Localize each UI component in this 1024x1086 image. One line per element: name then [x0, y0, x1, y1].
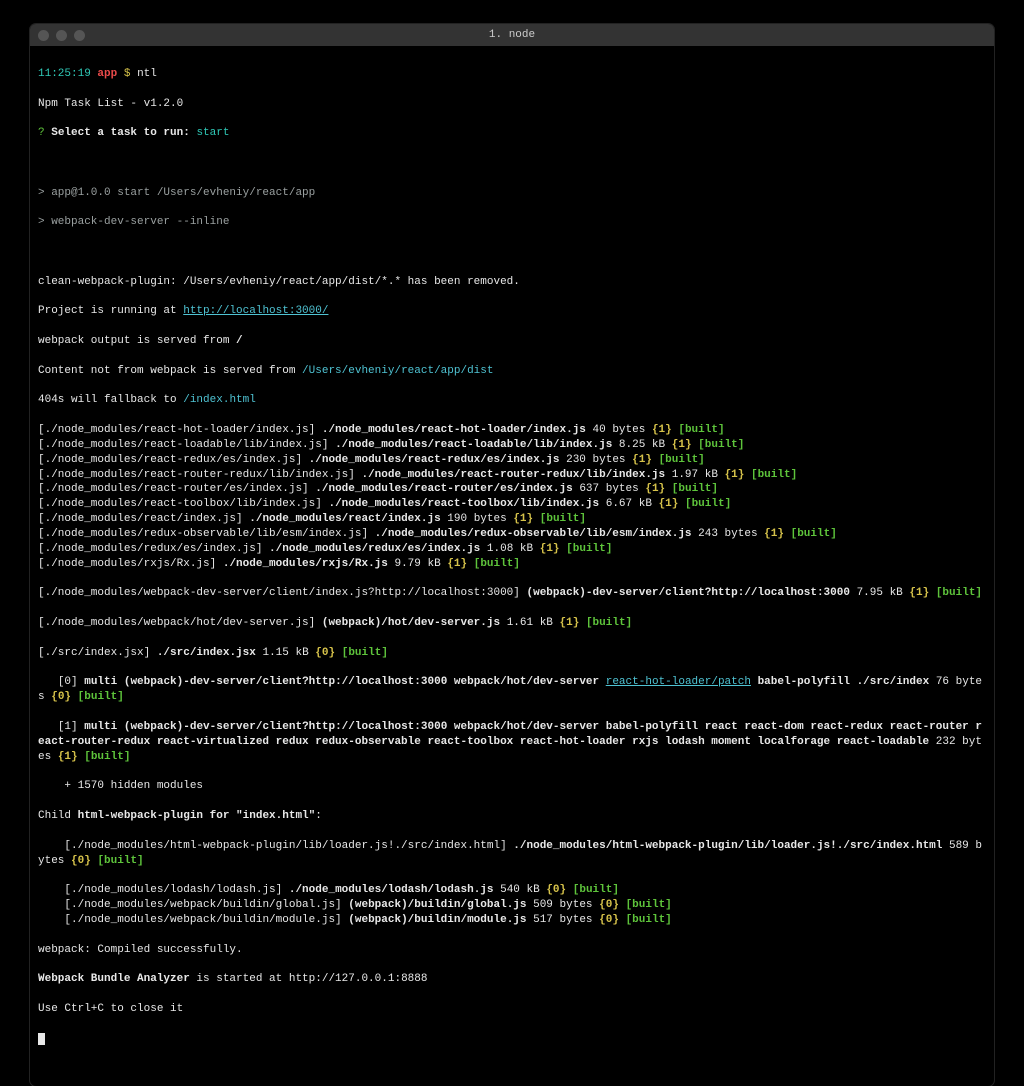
question-mark: ? — [38, 127, 45, 139]
prompt-dir: app — [97, 68, 117, 80]
terminal-body[interactable]: 11:25:19 app $ ntl Npm Task List - v1.2.… — [30, 46, 994, 1086]
module-line: [./node_modules/react-loadable/lib/index… — [38, 438, 986, 453]
cursor-line — [38, 1032, 986, 1047]
module-line: [./node_modules/react-router/es/index.js… — [38, 482, 986, 497]
module-line: [./node_modules/redux/es/index.js] ./nod… — [38, 542, 986, 557]
compiled-line: webpack: Compiled successfully. — [38, 943, 986, 958]
ntl-question: ? Select a task to run: start — [38, 126, 986, 141]
child-module-line: [./node_modules/webpack/buildin/module.j… — [38, 913, 986, 928]
blank-line — [38, 245, 986, 260]
srcindex-line: [./src/index.jsx] ./src/index.jsx 1.15 k… — [38, 646, 986, 661]
ntl-header: Npm Task List - v1.2.0 — [38, 97, 986, 112]
question-label: Select a task to run: — [51, 127, 190, 139]
clean-line: clean-webpack-plugin: /Users/evheniy/rea… — [38, 275, 986, 290]
served-line: webpack output is served from / — [38, 334, 986, 349]
running-line: Project is running at http://localhost:3… — [38, 304, 986, 319]
analyzer-line: Webpack Bundle Analyzer is started at ht… — [38, 972, 986, 987]
modules-list: [./node_modules/react-hot-loader/index.j… — [38, 423, 986, 571]
hidden-modules: + 1570 hidden modules — [38, 779, 986, 794]
child-modules-list: [./node_modules/lodash/lodash.js] ./node… — [38, 883, 986, 928]
child-module-line: [./node_modules/lodash/lodash.js] ./node… — [38, 883, 986, 898]
fallback-line: 404s will fallback to /index.html — [38, 393, 986, 408]
notfrom-line: Content not from webpack is served from … — [38, 364, 986, 379]
running-url-link[interactable]: http://localhost:3000/ — [183, 305, 328, 317]
question-selected: start — [196, 127, 229, 139]
hot-line: [./node_modules/webpack/hot/dev-server.j… — [38, 616, 986, 631]
child-header: Child html-webpack-plugin for "index.htm… — [38, 809, 986, 824]
react-hot-loader-link[interactable]: react-hot-loader/patch — [606, 676, 751, 688]
prompt-command: ntl — [137, 68, 157, 80]
exec-line-1: > app@1.0.0 start /Users/evheniy/react/a… — [38, 186, 986, 201]
module-line: [./node_modules/react-hot-loader/index.j… — [38, 423, 986, 438]
module-line: [./node_modules/react/index.js] ./node_m… — [38, 512, 986, 527]
module-line: [./node_modules/react-toolbox/lib/index.… — [38, 497, 986, 512]
multi0-line: [0] multi (webpack)-dev-server/client?ht… — [38, 675, 986, 705]
titlebar: 1. node — [30, 24, 994, 46]
wds-line: [./node_modules/webpack-dev-server/clien… — [38, 586, 986, 601]
close-hint: Use Ctrl+C to close it — [38, 1002, 986, 1017]
prompt-symbol: $ — [124, 68, 131, 80]
prompt-line: 11:25:19 app $ ntl — [38, 67, 986, 82]
terminal-window: 1. node 11:25:19 app $ ntl Npm Task List… — [30, 24, 994, 1086]
blank-line — [38, 156, 986, 171]
child-module-line: [./node_modules/webpack/buildin/global.j… — [38, 898, 986, 913]
multi1-line: [1] multi (webpack)-dev-server/client?ht… — [38, 720, 986, 765]
module-line: [./node_modules/react-router-redux/lib/i… — [38, 468, 986, 483]
exec-line-2: > webpack-dev-server --inline — [38, 215, 986, 230]
cursor-icon — [38, 1033, 45, 1045]
module-line: [./node_modules/rxjs/Rx.js] ./node_modul… — [38, 557, 986, 572]
prompt-time: 11:25:19 — [38, 68, 91, 80]
window-title: 1. node — [30, 28, 994, 43]
module-line: [./node_modules/react-redux/es/index.js]… — [38, 453, 986, 468]
child-module: [./node_modules/html-webpack-plugin/lib/… — [38, 839, 986, 869]
module-line: [./node_modules/redux-observable/lib/esm… — [38, 527, 986, 542]
